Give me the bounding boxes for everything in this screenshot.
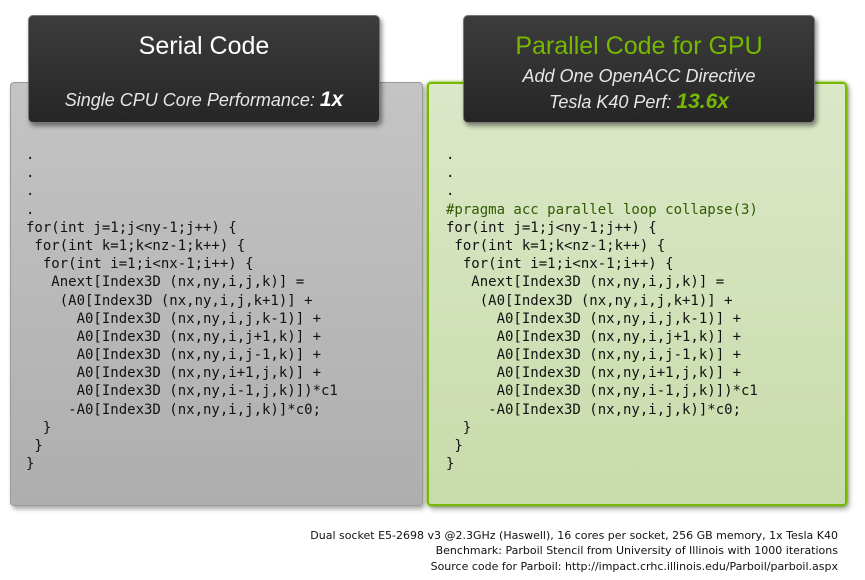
code-line: } (26, 456, 35, 473)
serial-code-block: .... for(int j=1;j<ny-1;j++) { for(int k=… (26, 146, 338, 473)
code-line: . (26, 183, 35, 200)
code-line: A0[Index3D (nx,ny,i,j,k-1)] + (26, 310, 322, 327)
serial-speedup-value: 1x (319, 88, 344, 111)
code-line: for(int i=1;i<nx-1;i++) { (26, 256, 254, 273)
code-line: A0[Index3D (nx,ny,i+1,j,k)] + (26, 365, 322, 382)
serial-perf-label: Single CPU Core Performance: (64, 90, 320, 110)
code-line: A0[Index3D (nx,ny,i-1,j,k)])*c1 (26, 383, 338, 400)
code-line: . (446, 183, 455, 200)
code-line: A0[Index3D (nx,ny,i,j+1,k)] + (446, 328, 742, 345)
parallel-performance: Tesla K40 Perf: 13.6x (464, 89, 814, 115)
code-line: } (26, 438, 43, 454)
code-line: Anext[Index3D (nx,ny,i,j,k)] = (26, 274, 305, 291)
code-line: Anext[Index3D (nx,ny,i,j,k)] = (446, 274, 725, 291)
serial-performance: Single CPU Core Performance: 1x (29, 87, 379, 113)
code-line: for(int k=1;k<nz-1;k++) { (26, 237, 246, 254)
code-line: for(int k=1;k<nz-1;k++) { (446, 237, 666, 254)
code-line: for(int j=1;j<ny-1;j++) { (446, 219, 657, 236)
parallel-code-block: ... #pragma acc parallel loop collapse(3)… (446, 146, 758, 473)
code-line: A0[Index3D (nx,ny,i-1,j,k)])*c1 (446, 383, 758, 400)
parallel-header-box: Parallel Code for GPU Add One OpenACC Di… (463, 15, 815, 123)
code-line: A0[Index3D (nx,ny,i,j-1,k)] + (26, 347, 322, 364)
code-line: (A0[Index3D (nx,ny,i,j,k+1)] + (446, 292, 733, 309)
code-line: . (26, 165, 35, 182)
code-line: A0[Index3D (nx,ny,i,j+1,k)] + (26, 328, 322, 345)
parallel-speedup-value: 13.6x (676, 90, 729, 113)
parallel-subtitle: Add One OpenACC Directive (522, 66, 756, 86)
code-line: -A0[Index3D (nx,ny,i,j,k)]*c0; (26, 401, 322, 418)
code-line: A0[Index3D (nx,ny,i,j,k-1)] + (446, 310, 742, 327)
code-line: } (446, 438, 463, 454)
code-line: } (446, 456, 455, 473)
parallel-perf-label: Tesla K40 Perf: (549, 92, 677, 112)
code-line: . (26, 201, 35, 218)
serial-title: Serial Code (138, 32, 270, 60)
footnote-benchmark: Benchmark: Parboil Stencil from Universi… (435, 544, 838, 557)
code-line: A0[Index3D (nx,ny,i,j-1,k)] + (446, 347, 742, 364)
footnote-source: Source code for Parboil: http://impact.c… (430, 560, 838, 573)
footnote-system: Dual socket E5-2698 v3 @2.3GHz (Haswell)… (310, 529, 838, 542)
code-line: } (26, 419, 52, 436)
pragma-directive-line: #pragma acc parallel loop collapse(3) (446, 201, 758, 218)
code-line: A0[Index3D (nx,ny,i+1,j,k)] + (446, 365, 742, 382)
serial-header-box: Serial Code Single CPU Core Performance:… (28, 15, 380, 123)
code-line: (A0[Index3D (nx,ny,i,j,k+1)] + (26, 292, 313, 309)
code-line: . (446, 165, 455, 182)
code-line: for(int j=1;j<ny-1;j++) { (26, 219, 237, 236)
code-line: for(int i=1;i<nx-1;i++) { (446, 256, 674, 273)
code-line: -A0[Index3D (nx,ny,i,j,k)]*c0; (446, 401, 742, 418)
parallel-title: Parallel Code for GPU (515, 32, 763, 60)
code-line: . (446, 147, 455, 163)
code-line: . (26, 147, 35, 163)
code-line: } (446, 419, 472, 436)
